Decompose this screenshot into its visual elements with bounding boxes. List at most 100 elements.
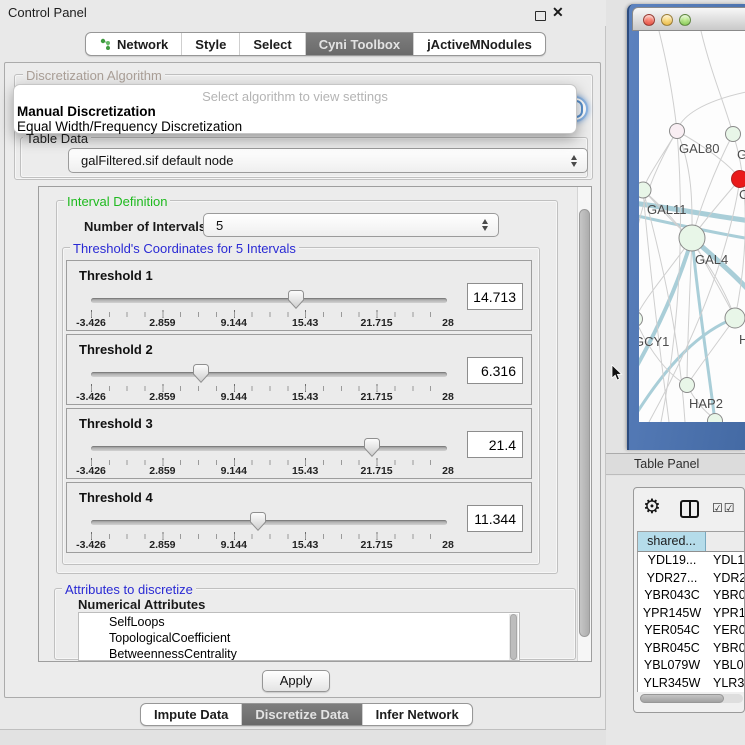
threshold-1-value-field[interactable]: 14.713 [467,283,523,310]
node-selected-red[interactable] [732,171,745,188]
threshold-label: Threshold 1 [79,268,153,283]
tab-infer-network[interactable]: Infer Network [363,704,472,725]
scrollbar-thumb[interactable] [510,614,517,660]
tab-label: Infer Network [376,707,459,722]
node-gal80[interactable] [670,124,685,139]
table-row[interactable]: YDR27...YDR2 [638,570,745,588]
threshold-4-slider[interactable] [91,511,447,533]
column-header-name[interactable]: na [706,532,745,551]
number-of-intervals-combobox[interactable]: 5 [203,213,499,237]
table-header-row: shared... na [637,531,745,552]
table-data-value: galFiltered.sif default node [81,153,233,168]
node-ga[interactable] [726,127,741,142]
list-scrollbar[interactable] [509,614,518,660]
node-label: GA [737,147,745,162]
horizontal-scrollbar[interactable] [640,694,743,703]
scrollbar-thumb[interactable] [579,209,590,637]
list-item[interactable]: BetweennessCentrality [79,647,519,661]
table-row[interactable]: YBL079WYBL0 [638,657,745,675]
tab-label: Discretize Data [255,707,348,722]
threshold-2-value-field[interactable]: 6.316 [467,357,523,384]
tab-impute-data[interactable]: Impute Data [141,704,242,725]
slider-track[interactable] [91,520,447,525]
combobox-arrows-icon [571,155,578,167]
columns-icon[interactable] [680,500,699,518]
discretization-algorithm-group-label: Discretization Algorithm [23,68,165,83]
column-header-shared-name[interactable]: shared... [638,532,706,551]
node-label: GAL4 [695,252,728,267]
node-label: HAP2 [689,396,723,411]
node-h[interactable] [725,308,745,328]
slider-thumb[interactable] [288,290,304,309]
close-icon[interactable]: ✕ [552,4,564,21]
table-panel-titlebar: Table Panel [606,453,745,475]
table-row[interactable]: YDL19...YDL1 [638,552,745,570]
table-panel-box: ⚙ ☑☑ shared... na YDL19...YDL1 YDR27...Y… [633,487,745,713]
status-strip [0,729,606,745]
table-row[interactable]: YBR043CYBR0 [638,587,745,605]
table-data-combobox[interactable]: galFiltered.sif default node [68,148,588,173]
mouse-cursor [611,364,623,382]
gear-icon[interactable]: ⚙ [643,497,661,517]
tab-style[interactable]: Style [182,33,240,55]
float-window-icon[interactable] [535,11,546,21]
bottom-tab-bar: Impute Data Discretize Data Infer Networ… [140,703,473,726]
threshold-label: Threshold 3 [79,416,153,431]
threshold-3-value-field[interactable]: 21.4 [467,431,523,458]
table-row[interactable]: YLR345WYLR3 [638,675,745,693]
checkbox-icons[interactable]: ☑☑ [712,501,736,515]
list-item[interactable]: TopologicalCoefficient [79,631,519,645]
node-gal4[interactable] [679,225,705,251]
node-gal11[interactable] [639,182,651,198]
slider-track[interactable] [91,298,447,303]
slider-tick-labels: -3.426 2.859 9.144 15.43 21.715 28 [91,391,448,403]
zoom-traffic-light-icon[interactable] [679,14,691,26]
network-canvas[interactable]: GAL80 GA C GAL11 GAL4 GCY1 H HAP2 [639,31,745,422]
slider-thumb[interactable] [250,512,266,531]
tab-jactivemnodules[interactable]: jActiveMNodules [414,33,545,55]
apply-button[interactable]: Apply [262,670,330,692]
threshold-3-slider[interactable] [91,437,447,459]
threshold-2-slider[interactable] [91,363,447,385]
close-traffic-light-icon[interactable] [643,14,655,26]
tab-label: Cyni Toolbox [319,37,400,52]
slider-thumb[interactable] [193,364,209,383]
threshold-label: Threshold 4 [79,490,153,505]
table-row[interactable]: YER054CYER0 [638,622,745,640]
dropdown-item-equal-width-frequency[interactable]: Equal Width/Frequency Discretization [17,119,242,134]
node-label: H [739,332,745,347]
minimize-traffic-light-icon[interactable] [661,14,673,26]
number-of-intervals-label: Number of Intervals [84,219,206,234]
vertical-scrollbar[interactable] [577,187,591,661]
dropdown-item-manual-discretization[interactable]: Manual Discretization [17,104,156,119]
slider-track[interactable] [91,446,447,451]
tab-network[interactable]: Network [86,33,182,55]
tab-label: Network [117,37,168,52]
scrollbar-thumb[interactable] [640,694,724,703]
node-label: GAL80 [679,141,719,156]
threshold-1-slider[interactable] [91,289,447,311]
tab-select[interactable]: Select [240,33,305,55]
node-gcy1[interactable] [639,312,643,327]
tab-label: Select [253,37,291,52]
list-item[interactable]: SelfLoops [79,615,519,629]
node-label: GAL11 [647,202,687,217]
threshold-1-panel: Threshold 1 -3.426 2.859 9.144 15.43 21.… [66,260,532,331]
threshold-4-value-field[interactable]: 11.344 [467,505,523,532]
table-row[interactable]: YBR045CYBR0 [638,640,745,658]
table-row[interactable]: YPR145WYPR1 [638,605,745,623]
tab-cyni-toolbox[interactable]: Cyni Toolbox [306,33,414,55]
node-hap2[interactable] [680,378,695,393]
numerical-attributes-list[interactable]: SelfLoops TopologicalCoefficient Between… [78,612,520,661]
control-panel: Control Panel ✕ Network Style Sel [0,0,606,745]
network-window-titlebar[interactable] [632,7,745,31]
slider-thumb[interactable] [364,438,380,457]
app-root: Control Panel ✕ Network Style Sel [0,0,745,745]
slider-tick-labels: -3.426 2.859 9.144 15.43 21.715 28 [91,539,448,551]
slider-track[interactable] [91,372,447,377]
dropdown-placeholder: Select algorithm to view settings [14,89,576,104]
tab-discretize-data[interactable]: Discretize Data [242,704,362,725]
tab-label: Style [195,37,226,52]
network-view-window[interactable]: GAL80 GA C GAL11 GAL4 GCY1 H HAP2 [627,4,745,450]
slider-tick-labels: -3.426 2.859 9.144 15.43 21.715 28 [91,317,448,329]
